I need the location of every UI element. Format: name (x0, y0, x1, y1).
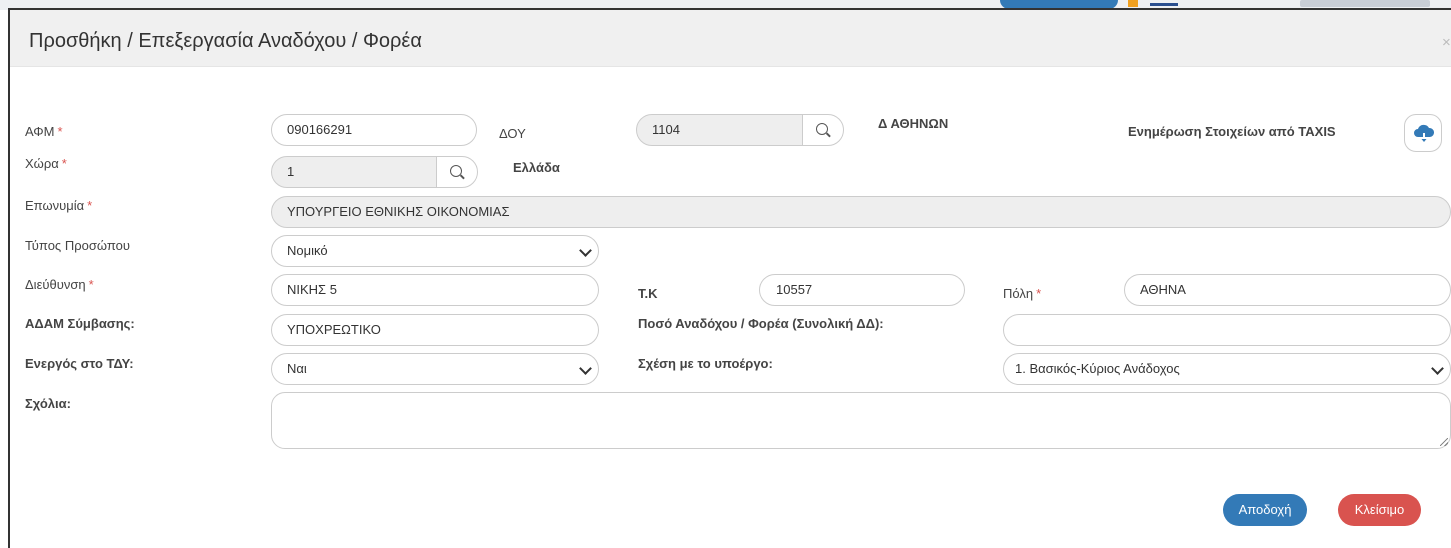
address-label: Διεύθυνση * (25, 277, 94, 292)
country-input[interactable]: 1 (271, 156, 441, 188)
city-label: Πόλη * (1003, 286, 1041, 301)
search-icon (816, 123, 828, 135)
doy-search-button[interactable] (802, 114, 844, 146)
required-marker: * (88, 277, 94, 292)
city-input[interactable]: ΑΘΗΝΑ (1124, 274, 1451, 306)
doy-description: Δ ΑΘΗΝΩΝ (878, 116, 949, 131)
country-label: Χώρα * (25, 156, 67, 171)
required-marker: * (57, 124, 63, 139)
active-label: Ενεργός στο ΤΔΥ: (25, 356, 134, 371)
relation-select[interactable]: 1. Βασικός-Κύριος Ανάδοχος (1003, 353, 1451, 385)
adam-input[interactable]: ΥΠΟΧΡΕΩΤΙΚΟ (271, 314, 599, 346)
accept-button[interactable]: Αποδοχή (1223, 494, 1307, 526)
cloud-download-icon (1414, 124, 1435, 142)
modal-title: Προσθήκη / Επεξεργασία Αναδόχου / Φορέα (29, 30, 422, 52)
required-marker: * (87, 198, 93, 213)
afm-label: ΑΦΜ * (25, 124, 63, 139)
address-input[interactable]: ΝΙΚΗΣ 5 (271, 274, 599, 306)
relation-value: 1. Βασικός-Κύριος Ανάδοχος (1015, 361, 1180, 376)
amount-label: Ποσό Αναδόχου / Φορέα (Συνολική ΔΔ): (638, 316, 884, 331)
taxis-update-label: Ενημέρωση Στοιχείων από TAXIS (1128, 124, 1336, 139)
taxis-update-button[interactable] (1404, 114, 1442, 152)
name-label: Επωνυμία * (25, 198, 92, 213)
doy-input[interactable]: 1104 (636, 114, 806, 146)
close-button[interactable]: Κλείσιμο (1338, 494, 1421, 526)
comments-label: Σχόλια: (25, 396, 71, 411)
background-user-menu (1300, 0, 1430, 7)
amount-input[interactable] (1003, 314, 1451, 346)
background-menu-icon (1150, 3, 1178, 6)
modal-header: Προσθήκη / Επεξεργασία Αναδόχου / Φορέα … (10, 10, 1451, 67)
postal-code-label: Τ.Κ (638, 286, 658, 301)
relation-label: Σχέση με το υποέργο: (638, 356, 773, 371)
person-type-select[interactable]: Νομικό (271, 235, 599, 267)
afm-label-text: ΑΦΜ (25, 124, 55, 139)
active-select[interactable]: Ναι (271, 353, 599, 385)
name-label-text: Επωνυμία (25, 198, 85, 213)
afm-input[interactable]: 090166291 (271, 114, 477, 146)
person-type-label: Τύπος Προσώπου (25, 238, 130, 253)
country-label-text: Χώρα (25, 156, 59, 171)
adam-label: ΑΔΑΜ Σύμβασης: (25, 316, 135, 331)
postal-code-input[interactable]: 10557 (759, 274, 965, 306)
chevron-down-icon (579, 244, 592, 257)
person-type-value: Νομικό (287, 243, 328, 258)
chevron-down-icon (579, 362, 592, 375)
active-value: Ναι (287, 361, 307, 376)
chevron-down-icon (1431, 362, 1444, 375)
background-flag (1128, 0, 1138, 7)
doy-label: ΔΟΥ (499, 126, 526, 141)
search-icon (450, 165, 462, 177)
comments-textarea[interactable] (271, 392, 1451, 449)
resize-handle[interactable] (1440, 438, 1448, 446)
name-input[interactable]: ΥΠΟΥΡΓΕΙΟ ΕΘΝΙΚΗΣ ΟΙΚΟΝΟΜΙΑΣ (271, 196, 1451, 228)
country-description: Ελλάδα (513, 160, 560, 175)
country-search-button[interactable] (436, 156, 478, 188)
close-icon[interactable]: × (1442, 34, 1451, 51)
city-label-text: Πόλη (1003, 286, 1034, 301)
required-marker: * (1036, 286, 1042, 301)
required-marker: * (61, 156, 67, 171)
address-label-text: Διεύθυνση (25, 277, 86, 292)
